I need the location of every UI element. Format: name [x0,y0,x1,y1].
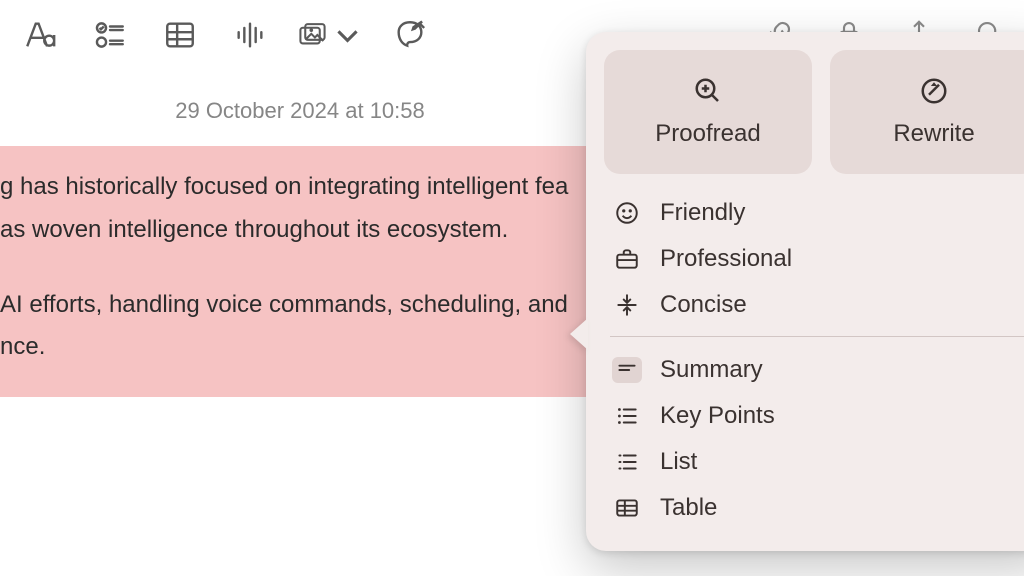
briefcase-icon [614,246,640,272]
photo-icon [298,18,327,52]
transform-key-points[interactable]: Key Points [608,393,1024,439]
checklist-button[interactable] [82,7,138,63]
tone-friendly-label: Friendly [660,199,745,227]
media-insert-button[interactable] [292,7,368,63]
note-line: g has historically focused on integratin… [0,170,587,205]
checklist-icon [93,18,127,52]
proofread-button[interactable]: Proofread [604,50,812,174]
writing-tools-button[interactable] [382,7,438,63]
summary-icon [612,357,642,383]
tone-professional[interactable]: Professional [608,236,1024,282]
audio-wave-icon [233,18,267,52]
rewrite-icon [919,76,949,106]
table-icon [163,18,197,52]
transform-summary-label: Summary [660,356,763,384]
tone-professional-label: Professional [660,245,792,273]
transform-list-label: List [660,448,697,476]
proofread-label: Proofread [655,120,760,148]
writing-tools-icon [393,18,427,52]
writing-tools-popover: Proofread Rewrite Friendly Professional … [586,32,1024,551]
selected-text-region: g has historically focused on integratin… [0,146,605,397]
text-style-button[interactable] [12,7,68,63]
note-timestamp: 29 October 2024 at 10:58 [0,98,600,124]
transform-table-label: Table [660,494,717,522]
audio-button[interactable] [222,7,278,63]
popover-divider [610,336,1024,337]
transform-key-points-label: Key Points [660,402,775,430]
transform-list[interactable]: List [608,439,1024,485]
rewrite-label: Rewrite [893,120,974,148]
tone-concise[interactable]: Concise [608,282,1024,328]
text-style-icon [23,18,57,52]
note-line: as woven intelligence throughout its eco… [0,213,587,248]
tone-concise-label: Concise [660,291,747,319]
tone-friendly[interactable]: Friendly [608,190,1024,236]
chevron-down-icon [333,18,362,52]
concise-icon [614,292,640,318]
smile-icon [614,200,640,226]
note-line: AI efforts, handling voice commands, sch… [0,288,587,323]
rewrite-button[interactable]: Rewrite [830,50,1024,174]
note-line: nce. [0,330,587,365]
table-button[interactable] [152,7,208,63]
transform-table[interactable]: Table [608,485,1024,531]
table-small-icon [614,495,640,521]
bullet-list-icon [614,403,640,429]
transform-summary[interactable]: Summary [608,347,1024,393]
proofread-icon [693,76,723,106]
list-icon [614,449,640,475]
